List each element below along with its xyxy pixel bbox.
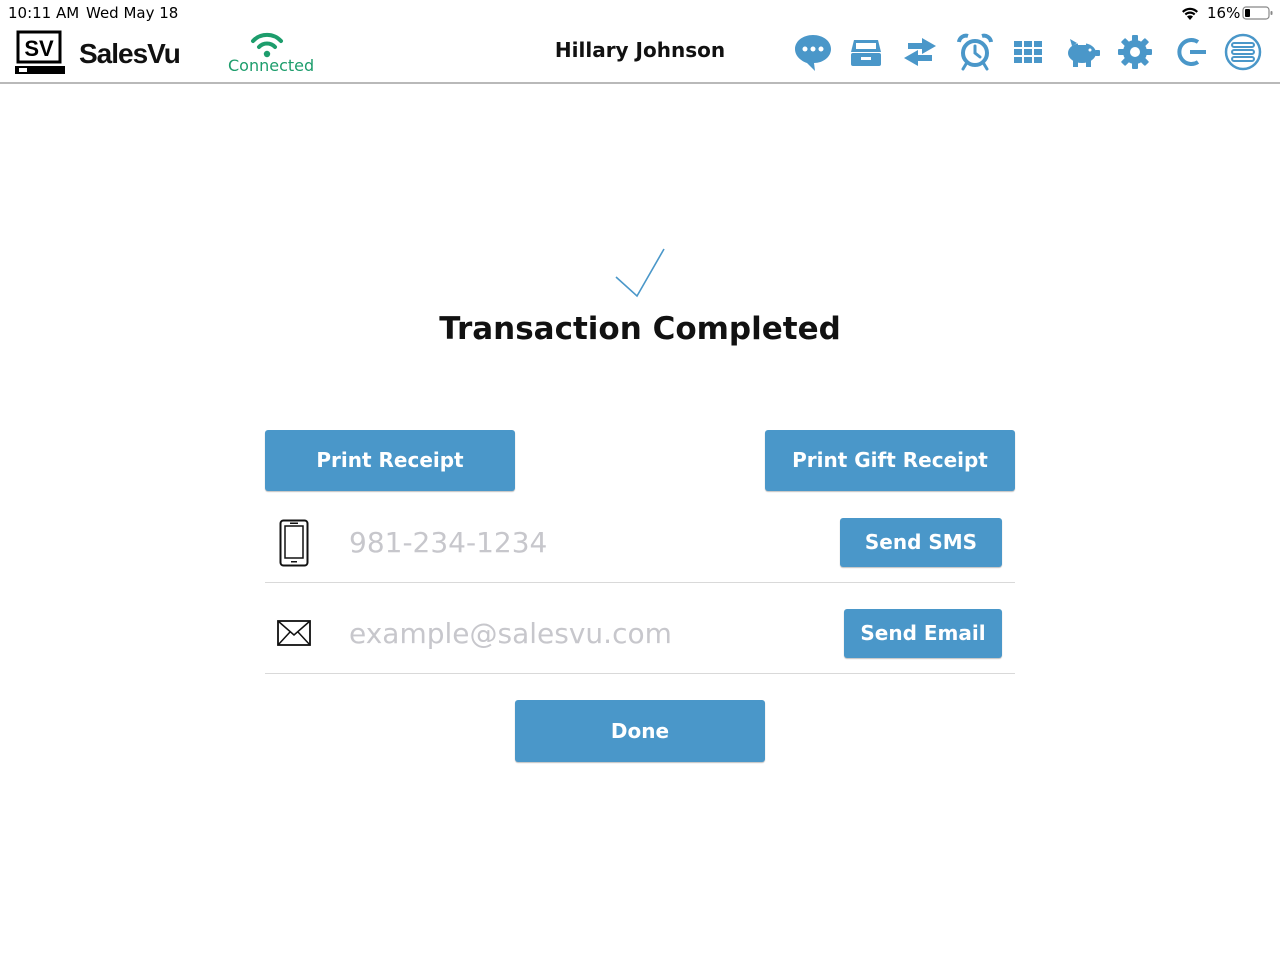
battery-icon: [1242, 6, 1273, 20]
svg-text:SV: SV: [24, 36, 54, 61]
cash-drawer-icon[interactable]: [846, 32, 886, 72]
grid-icon[interactable]: [1008, 32, 1048, 72]
gear-icon[interactable]: [1115, 32, 1155, 72]
user-name: Hillary Johnson: [554, 38, 726, 62]
logout-icon[interactable]: [1170, 32, 1210, 72]
print-gift-receipt-button[interactable]: Print Gift Receipt: [765, 430, 1015, 491]
print-receipt-button[interactable]: Print Receipt: [265, 430, 515, 491]
menu-list-icon[interactable]: [1223, 32, 1263, 72]
chat-icon[interactable]: [793, 32, 833, 72]
divider: [265, 673, 1015, 674]
done-button[interactable]: Done: [515, 700, 765, 762]
piggy-bank-icon[interactable]: [1062, 32, 1102, 72]
phone-icon: [279, 519, 309, 567]
battery-percent: 16%: [1207, 4, 1241, 22]
send-email-button[interactable]: Send Email: [844, 609, 1002, 658]
checkmark-icon: [615, 248, 665, 298]
wifi-icon: [1182, 7, 1198, 20]
send-sms-button[interactable]: Send SMS: [840, 518, 1002, 567]
envelope-icon: [277, 620, 311, 646]
divider: [265, 582, 1015, 583]
status-date: Wed May 18: [86, 4, 179, 22]
status-bar: 10:11 AM Wed May 18 16%: [0, 0, 1280, 26]
status-time: 10:11 AM: [8, 4, 80, 22]
phone-field[interactable]: [349, 522, 819, 562]
page-title: Transaction Completed: [439, 311, 841, 347]
connection-wifi-icon: [251, 32, 283, 58]
transfer-arrows-icon[interactable]: [900, 32, 940, 72]
email-field[interactable]: [349, 613, 819, 653]
connection-status: Connected: [228, 56, 315, 75]
alarm-clock-icon[interactable]: [955, 32, 995, 72]
app-header: SV SalesVu Connected Hillary Johnson: [0, 26, 1280, 84]
brand-name: SalesVu: [79, 38, 181, 69]
salesvu-logo-icon: SV: [15, 30, 65, 74]
